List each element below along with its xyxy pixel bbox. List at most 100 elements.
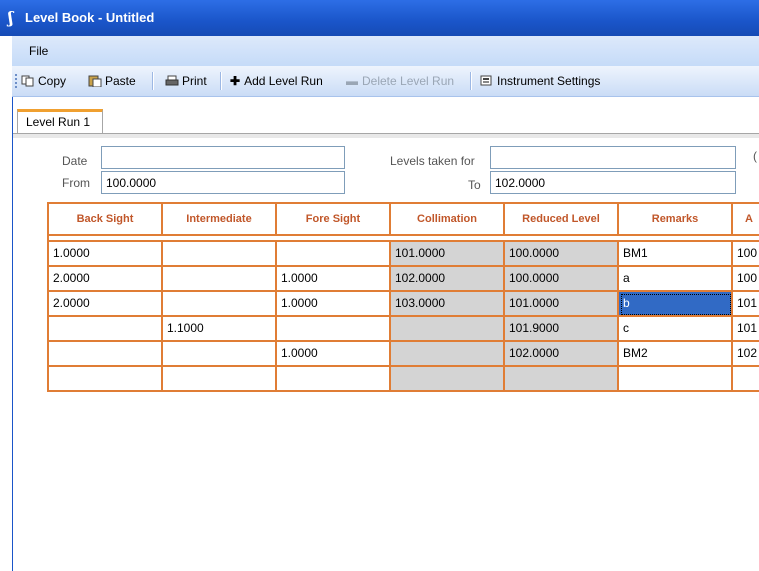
levels-taken-for-label: Levels taken for: [390, 154, 475, 168]
levels-taken-for-field[interactable]: [490, 146, 736, 169]
grid-cell[interactable]: 2.0000: [49, 292, 163, 317]
grid-cell[interactable]: [619, 367, 733, 392]
grid-cell-value: 102.0000: [509, 346, 560, 360]
grid-cell[interactable]: 103.0000: [391, 292, 505, 317]
add-level-run-label: Add Level Run: [244, 74, 323, 88]
from-field[interactable]: 100.0000: [101, 171, 345, 194]
grid-cell-value: 101.9000: [509, 321, 560, 335]
grid-cell[interactable]: 101.0000: [391, 242, 505, 267]
app-icon: ʃ: [8, 8, 14, 27]
grid-cell-value: 101: [737, 296, 758, 310]
grid-cell-value: a: [623, 271, 630, 285]
grid-cell[interactable]: [391, 367, 505, 392]
grid-cell[interactable]: [733, 367, 759, 392]
copy-icon: [21, 75, 34, 87]
grid-cell[interactable]: [391, 317, 505, 342]
grid-cell[interactable]: [163, 367, 277, 392]
grid-cell[interactable]: 100: [733, 242, 759, 267]
grid-cell[interactable]: [49, 317, 163, 342]
grid-cell[interactable]: [163, 292, 277, 317]
instrument-settings-label: Instrument Settings: [497, 74, 601, 88]
grid-cell[interactable]: c: [619, 317, 733, 342]
grid-cell[interactable]: 102.0000: [505, 342, 619, 367]
grid-cell[interactable]: 102: [733, 342, 759, 367]
instrument-settings-button[interactable]: Instrument Settings: [480, 74, 600, 88]
to-label: To: [468, 178, 481, 192]
grid-cell[interactable]: 101.0000: [505, 292, 619, 317]
column-header[interactable]: Back Sight: [49, 204, 163, 236]
grid-cell-value: 100.0000: [509, 246, 560, 260]
delete-level-run-button[interactable]: ▬ Delete Level Run: [346, 74, 454, 88]
grid-cell[interactable]: 1.0000: [277, 342, 391, 367]
grid-cell[interactable]: 1.0000: [49, 242, 163, 267]
grid-cell[interactable]: [49, 342, 163, 367]
from-value: 100.0000: [106, 176, 157, 190]
grid-cell-value: b: [623, 296, 630, 310]
grid-cell[interactable]: BM1: [619, 242, 733, 267]
grid-cell[interactable]: 102.0000: [391, 267, 505, 292]
grid-cell[interactable]: 101: [733, 317, 759, 342]
grid-cell[interactable]: 100.0000: [505, 267, 619, 292]
grid-cell[interactable]: 101: [733, 292, 759, 317]
paste-label: Paste: [105, 74, 136, 88]
grid-header-gap: [49, 236, 759, 242]
tab-level-run-1[interactable]: Level Run 1: [17, 109, 103, 134]
toolbar-separator: [220, 72, 222, 90]
column-header[interactable]: Intermediate: [163, 204, 277, 236]
grid-cell[interactable]: 1.0000: [277, 267, 391, 292]
print-label: Print: [182, 74, 207, 88]
grid-cell-value: 2.0000: [53, 271, 90, 285]
copy-button[interactable]: Copy: [21, 74, 66, 88]
toolbar-grip[interactable]: [15, 74, 19, 88]
grid-cell[interactable]: [391, 342, 505, 367]
menu-file[interactable]: File: [29, 44, 48, 58]
grid-cell-value: c: [623, 321, 629, 335]
column-header[interactable]: Fore Sight: [277, 204, 391, 236]
level-grid[interactable]: Back Sight Intermediate Fore Sight Collimat…: [47, 202, 759, 502]
grid-cell[interactable]: [277, 367, 391, 392]
print-button[interactable]: Print: [165, 74, 207, 88]
grid-cell[interactable]: [277, 317, 391, 342]
grid-cell[interactable]: 100.0000: [505, 242, 619, 267]
grid-cell[interactable]: [163, 342, 277, 367]
window-title: Level Book - Untitled: [25, 10, 155, 25]
grid-cell[interactable]: [163, 242, 277, 267]
column-header[interactable]: Reduced Level: [505, 204, 619, 236]
grid-cell[interactable]: 1.1000: [163, 317, 277, 342]
grid-cell-value: 1.0000: [281, 271, 318, 285]
grid-cell[interactable]: [49, 367, 163, 392]
grid-cell-value: BM1: [623, 246, 648, 260]
grid-cell[interactable]: 1.0000: [277, 292, 391, 317]
grid-cell[interactable]: [163, 267, 277, 292]
grid-cell[interactable]: 2.0000: [49, 267, 163, 292]
grid-cell-value: 100: [737, 271, 758, 285]
grid-cell-value: 101: [737, 321, 758, 335]
column-header[interactable]: Remarks: [619, 204, 733, 236]
date-label: Date: [62, 154, 88, 168]
date-field[interactable]: [101, 146, 345, 169]
tab-panel-edge: [13, 134, 759, 138]
column-header[interactable]: A: [733, 204, 759, 236]
plus-icon: ✚: [230, 74, 241, 88]
grid-cell[interactable]: 101.9000: [505, 317, 619, 342]
toolbar: Copy Paste Print ✚ Add Level Run ▬ Delete …: [12, 66, 759, 97]
minus-icon: ▬: [346, 74, 358, 88]
grid-cell-value: 103.0000: [395, 296, 446, 310]
printer-icon: [165, 75, 179, 86]
grid-cell[interactable]: BM2: [619, 342, 733, 367]
toolbar-separator: [470, 72, 472, 90]
grid-cell[interactable]: [505, 367, 619, 392]
to-field[interactable]: 102.0000: [490, 171, 736, 194]
to-value: 102.0000: [495, 176, 546, 190]
paste-button[interactable]: Paste: [88, 74, 136, 88]
grid-cell[interactable]: a: [619, 267, 733, 292]
column-header[interactable]: Collimation: [391, 204, 505, 236]
grid-cell[interactable]: b: [619, 292, 733, 317]
copy-label: Copy: [38, 74, 67, 88]
grid-cell[interactable]: 100: [733, 267, 759, 292]
grid-cell-value: 102: [737, 346, 758, 360]
add-level-run-button[interactable]: ✚ Add Level Run: [230, 74, 323, 88]
grid-cell-value: 100: [737, 246, 758, 260]
cutoff-label: (: [753, 149, 757, 163]
grid-cell[interactable]: [277, 242, 391, 267]
